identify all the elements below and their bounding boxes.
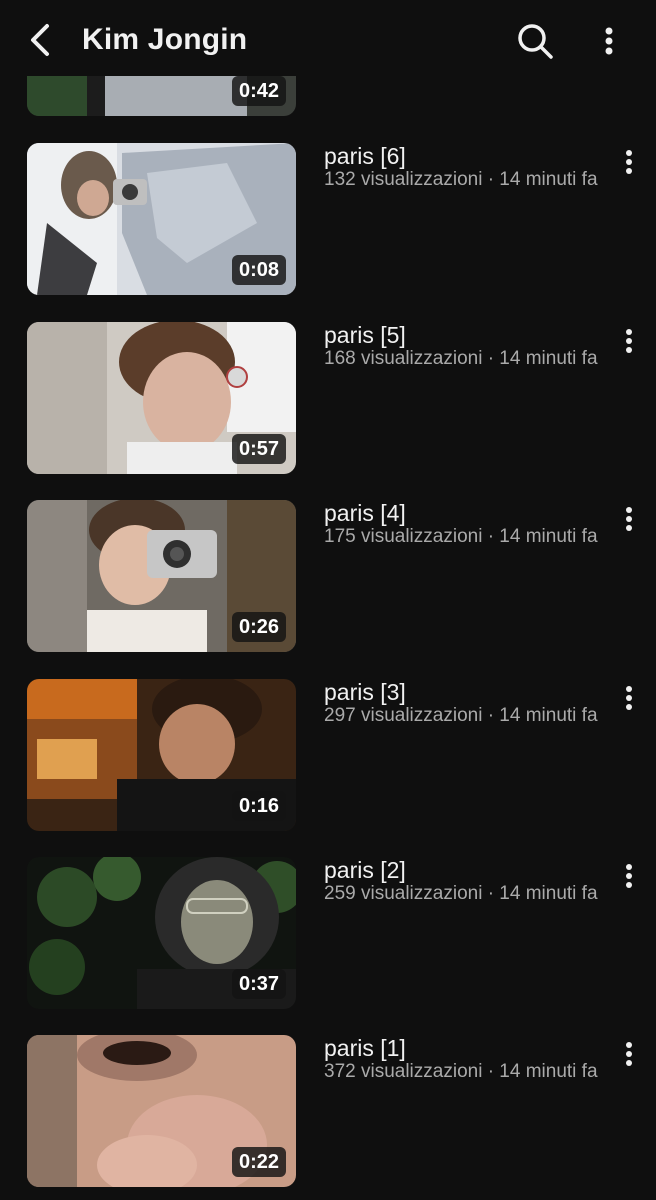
back-arrow-icon[interactable] <box>18 18 62 62</box>
video-item[interactable]: 0:08 paris [6] 132 visualizzazioni · 14 … <box>0 143 656 295</box>
video-meta: 175 visualizzazioni · 14 minuti fa <box>324 526 598 547</box>
video-meta: 297 visualizzazioni · 14 minuti fa <box>324 705 598 726</box>
channel-title: Kim Jongin <box>82 23 248 56</box>
video-more-icon[interactable] <box>614 145 644 179</box>
video-duration: 0:42 <box>231 76 286 106</box>
video-title[interactable]: paris [4] <box>324 500 406 526</box>
app-header: Kim Jongin <box>0 0 656 76</box>
video-title[interactable]: paris [3] <box>324 679 406 705</box>
video-item[interactable]: 0:37 paris [2] 259 visualizzazioni · 14 … <box>0 857 656 1009</box>
video-more-icon[interactable] <box>614 859 644 893</box>
video-duration: 0:37 <box>231 969 286 999</box>
video-list: 0:42 0:08 paris [6] 132 visualizzazioni … <box>0 0 656 1200</box>
video-meta: 259 visualizzazioni · 14 minuti fa <box>324 883 598 904</box>
video-duration: 0:22 <box>231 1147 286 1177</box>
video-thumbnail[interactable]: 0:26 <box>27 500 296 652</box>
video-more-icon[interactable] <box>614 1037 644 1071</box>
search-icon[interactable] <box>512 18 558 64</box>
video-thumbnail[interactable]: 0:37 <box>27 857 296 1009</box>
video-duration: 0:26 <box>231 612 286 642</box>
video-thumbnail[interactable]: 0:22 <box>27 1035 296 1187</box>
video-duration: 0:16 <box>231 791 286 821</box>
video-more-icon[interactable] <box>614 681 644 715</box>
video-more-icon[interactable] <box>614 502 644 536</box>
video-title[interactable]: paris [1] <box>324 1035 406 1061</box>
video-more-icon[interactable] <box>614 324 644 358</box>
video-title[interactable]: paris [5] <box>324 322 406 348</box>
video-item[interactable]: 0:16 paris [3] 297 visualizzazioni · 14 … <box>0 679 656 831</box>
video-duration: 0:08 <box>231 255 286 285</box>
video-thumbnail[interactable]: 0:08 <box>27 143 296 295</box>
video-meta: 132 visualizzazioni · 14 minuti fa <box>324 169 598 190</box>
video-duration: 0:57 <box>231 434 286 464</box>
video-thumbnail[interactable]: 0:16 <box>27 679 296 831</box>
video-meta: 372 visualizzazioni · 14 minuti fa <box>324 1061 598 1082</box>
video-thumbnail[interactable]: 0:57 <box>27 322 296 474</box>
video-title[interactable]: paris [6] <box>324 143 406 169</box>
video-item[interactable]: 0:26 paris [4] 175 visualizzazioni · 14 … <box>0 500 656 652</box>
video-item[interactable]: 0:57 paris [5] 168 visualizzazioni · 14 … <box>0 322 656 474</box>
video-meta: 168 visualizzazioni · 14 minuti fa <box>324 348 598 369</box>
video-item[interactable]: 0:22 paris [1] 372 visualizzazioni · 14 … <box>0 1035 656 1187</box>
video-title[interactable]: paris [2] <box>324 857 406 883</box>
more-vertical-icon[interactable] <box>590 18 628 64</box>
